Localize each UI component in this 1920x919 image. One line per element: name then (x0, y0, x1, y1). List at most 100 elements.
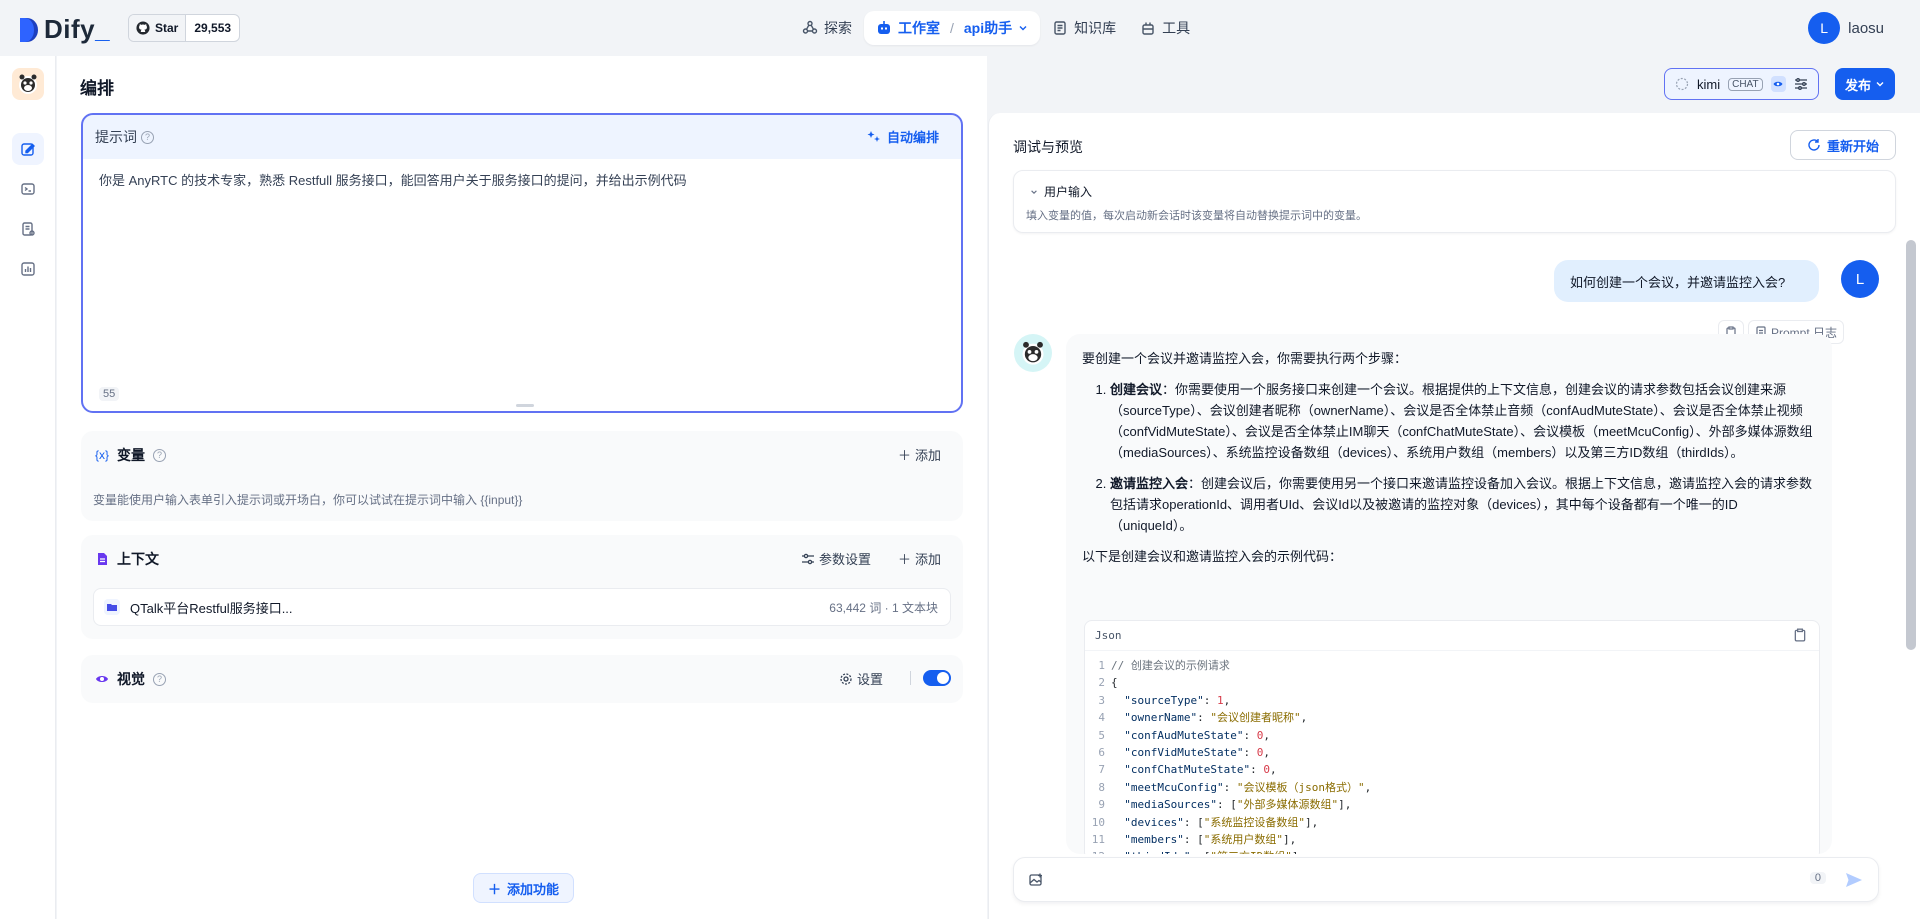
settings-sliders-icon[interactable] (1794, 77, 1808, 91)
variables-label: 变量 (117, 447, 146, 463)
user-name[interactable]: laosu (1848, 20, 1884, 37)
publish-label: 发布 (1844, 77, 1871, 93)
copy-code-icon[interactable] (1793, 628, 1807, 649)
log-icon (20, 221, 36, 237)
help-icon[interactable]: ? (153, 672, 166, 686)
rail-monitoring[interactable] (12, 253, 44, 285)
tool-icon (1140, 20, 1156, 36)
answer-step-text: ：创建会议后，你需要使用另一个接口来邀请监控设备加入会议。根据上下文信息，邀请监… (1110, 476, 1813, 533)
chat-user-initial: L (1841, 260, 1879, 298)
restart-button[interactable]: 重新开始 (1790, 130, 1896, 160)
answer-steps: 创建会议：你需要使用一个服务接口来创建一个会议。根据提供的上下文信息，创建会议的… (1110, 379, 1816, 536)
code-text: "devices": ["系统监控设备数组"], (1111, 815, 1319, 829)
auto-orchestrate-label: 自动编排 (886, 130, 939, 145)
help-icon[interactable]: ? (141, 130, 154, 144)
plus-icon: ＋ (897, 448, 911, 463)
prompt-char-count: 55 (99, 387, 120, 401)
publish-button[interactable]: 发布 (1835, 68, 1895, 100)
answer-step: 创建会议：你需要使用一个服务接口来创建一个会议。根据提供的上下文信息，创建会议的… (1110, 379, 1816, 463)
code-line: 1 // 创建会议的示例请求 (1085, 657, 1819, 674)
code-body: 1// 创建会议的示例请求 2{3 "sourceType": 1, 4 "owne… (1085, 651, 1819, 854)
input-char-count: 0 (1809, 872, 1826, 884)
prompt-label: 提示词 (95, 129, 137, 145)
vision-label: 视觉 (117, 671, 145, 687)
user-message-text: 如何创建一个会议，并邀请监控入会? (1570, 274, 1786, 290)
prompt-textarea[interactable]: 你是 AnyRTC 的技术专家，熟悉 Restfull 服务接口，能回答用户关于… (99, 171, 945, 191)
nav-separator: / (950, 20, 954, 36)
code-text: "sourceType": 1, (1111, 693, 1231, 707)
code-text: { (1111, 676, 1118, 690)
github-star-widget[interactable]: Star 29,553 (128, 14, 241, 42)
resize-handle[interactable] (516, 404, 534, 407)
image-upload-icon[interactable] (1028, 872, 1044, 891)
answer-step-title: 邀请监控入会 (1110, 476, 1189, 491)
code-line: 7 "confChatMuteState": 0, (1085, 761, 1819, 778)
restart-label: 重新开始 (1826, 138, 1879, 154)
answer-step-title: 创建会议 (1110, 382, 1163, 397)
line-number: 8 (1098, 780, 1105, 794)
current-app-name[interactable]: api助手 (964, 18, 1012, 38)
code-language: Json (1095, 629, 1122, 642)
gear-icon (839, 672, 853, 686)
nav-explore[interactable]: 探索 (790, 11, 864, 45)
page-title: 编排 (80, 79, 114, 98)
left-rail (0, 56, 56, 919)
edit-icon (20, 141, 36, 157)
model-icon (1675, 77, 1689, 91)
code-line: 2{ (1085, 674, 1819, 691)
explore-icon (802, 20, 818, 36)
rail-logs[interactable] (12, 213, 44, 245)
line-number: 12 (1085, 848, 1111, 854)
send-icon[interactable] (1844, 870, 1864, 893)
github-icon (136, 21, 150, 35)
code-line: 9 "mediaSources": ["外部多媒体源数组"], (1085, 796, 1819, 813)
prompt-editor[interactable]: 提示词 ? 自动编排 你是 AnyRTC 的技术专家，熟悉 Restfull 服… (81, 113, 963, 413)
vision-settings-button[interactable]: 设置 (839, 669, 883, 688)
add-feature-button[interactable]: ＋ 添加功能 (473, 873, 575, 903)
line-number: 6 (1098, 746, 1105, 760)
sliders-icon (801, 552, 815, 566)
variables-description: 变量能使用户输入表单引入提示词或开场白，你可以试试在提示词中输入 {{input… (93, 493, 523, 507)
code-line: 6 "confVidMuteState": 0, (1085, 744, 1819, 761)
help-icon[interactable]: ? (153, 448, 167, 462)
model-name: kimi (1697, 76, 1721, 92)
nav-studio[interactable]: 工作室 / api助手 (864, 11, 1041, 45)
chat-input-box[interactable]: 0 (1013, 857, 1879, 902)
eye-icon (95, 672, 109, 686)
code-block: Json 1// 创建会议的示例请求 2{3 "sourceType": 1, 4 … (1084, 620, 1820, 854)
vision-toggle[interactable] (923, 670, 951, 686)
github-star-count[interactable]: 29,553 (186, 15, 239, 41)
add-variable-label: 添加 (914, 448, 941, 463)
auto-orchestrate-button[interactable]: 自动编排 (867, 127, 939, 146)
user-menu[interactable]: L laosu (1808, 12, 1884, 44)
user-avatar[interactable]: L (1808, 12, 1841, 44)
variables-card: {x} 变量 ? ＋ 添加 变量能使用户输入表单引入提示词或开场白，你可以试试在… (81, 431, 963, 521)
add-context-button[interactable]: ＋ 添加 (898, 549, 941, 568)
nav-tools[interactable]: 工具 (1128, 11, 1202, 45)
add-variable-button[interactable]: ＋ 添加 (898, 445, 941, 464)
chevron-down-icon[interactable] (1018, 23, 1028, 33)
robot-icon (876, 20, 892, 36)
rail-orchestrate[interactable] (12, 133, 44, 165)
nav-knowledge[interactable]: 知识库 (1040, 11, 1128, 45)
context-dataset-item[interactable]: QTalk平台Restful服务接口... 63,442 词 · 1 文本块 (93, 588, 951, 626)
user-input-description: 填入变量的值，每次启动新会话时该变量将自动替换提示词中的变量。 (1026, 210, 1367, 222)
plus-icon: ＋ (897, 552, 911, 567)
app-avatar[interactable] (12, 68, 44, 100)
context-card: 上下文 参数设置 ＋ 添加 QTalk平台Restful服务接口... 63,4… (81, 535, 963, 639)
rail-api[interactable] (12, 173, 44, 205)
model-selector[interactable]: kimi CHAT (1664, 68, 1819, 100)
code-line: 11 "members": ["系统用户数组"], (1085, 831, 1819, 848)
scrollbar[interactable] (1906, 240, 1916, 650)
context-dataset-meta: 63,442 词 · 1 文本块 (829, 600, 938, 615)
answer-code-intro: 以下是创建会议和邀请监控入会的示例代码： (1082, 549, 1343, 564)
user-input-toggle[interactable]: 用户输入 (1030, 183, 1092, 200)
folder-icon (104, 599, 120, 615)
plus-icon: ＋ (488, 881, 502, 897)
line-number: 3 (1098, 693, 1105, 707)
context-settings-button[interactable]: 参数设置 (801, 549, 871, 568)
dify-logo[interactable]: Dify_ (18, 14, 110, 45)
context-settings-label: 参数设置 (818, 552, 871, 567)
refresh-icon (1807, 138, 1821, 152)
github-star-button[interactable]: Star (129, 15, 187, 41)
